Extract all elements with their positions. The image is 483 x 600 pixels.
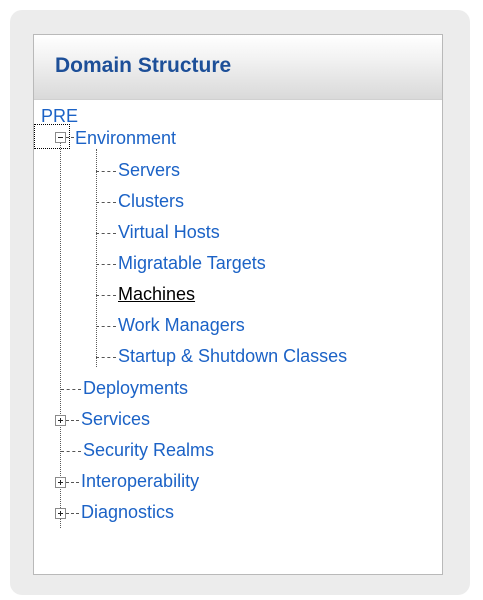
- domain-tree: PRE Environment Servers Clusters Virtual…: [34, 99, 442, 569]
- tree-item-servers[interactable]: Servers: [118, 160, 180, 180]
- plus-box-icon[interactable]: [55, 415, 66, 426]
- panel-header: Domain Structure: [34, 35, 442, 100]
- tree-item-virtual-hosts[interactable]: Virtual Hosts: [118, 222, 220, 242]
- tree-item-security-realms[interactable]: Security Realms: [83, 440, 214, 460]
- tree-item-services[interactable]: Services: [81, 409, 150, 429]
- tree-trunk-line: [60, 143, 61, 528]
- panel-title: Domain Structure: [55, 54, 232, 77]
- tree-item-work-managers[interactable]: Work Managers: [118, 315, 245, 335]
- tree-item-interoperability[interactable]: Interoperability: [81, 471, 199, 491]
- tree-item-migratable-targets[interactable]: Migratable Targets: [118, 253, 266, 273]
- environment-branch-line: [96, 149, 97, 367]
- tree-item-clusters[interactable]: Clusters: [118, 191, 184, 211]
- plus-box-icon[interactable]: [55, 477, 66, 488]
- tree-item-machines[interactable]: Machines: [118, 284, 195, 304]
- tree-root-pre[interactable]: PRE: [41, 106, 78, 126]
- domain-structure-panel: Domain Structure PRE Environment Servers…: [33, 34, 443, 575]
- tree-item-startup-shutdown-classes[interactable]: Startup & Shutdown Classes: [118, 346, 347, 366]
- tree-item-environment[interactable]: Environment: [75, 128, 176, 148]
- plus-box-icon[interactable]: [55, 508, 66, 519]
- minus-box-icon[interactable]: [55, 132, 66, 143]
- tree-item-deployments[interactable]: Deployments: [83, 378, 188, 398]
- tree-item-diagnostics[interactable]: Diagnostics: [81, 502, 174, 522]
